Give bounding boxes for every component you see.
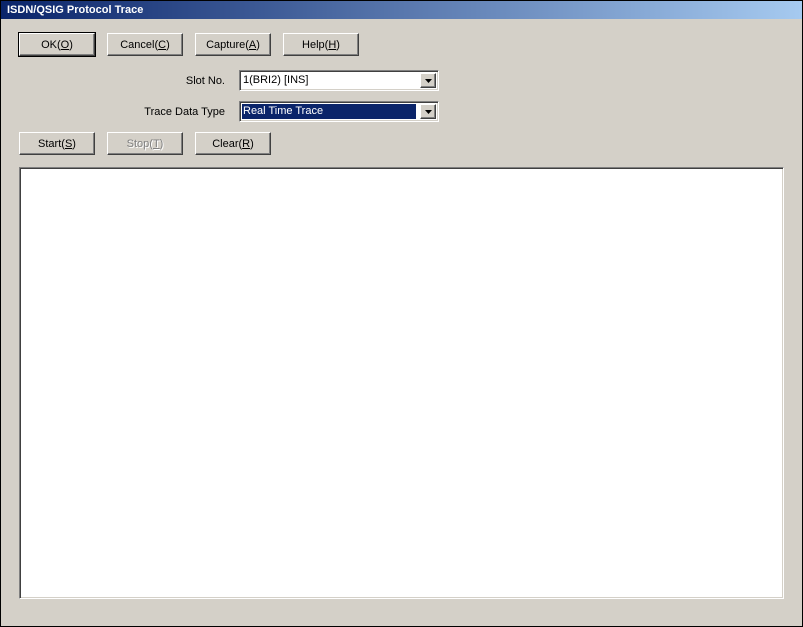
slot-row: Slot No. 1(BRI2) [INS]: [119, 70, 784, 91]
client-area: OK(O) Cancel(C) Capture(A) Help(H) Slot …: [1, 19, 802, 626]
chevron-down-icon: [425, 110, 432, 114]
capture-button-label-post: ): [256, 39, 260, 51]
clear-button-accel: R: [242, 138, 250, 150]
stop-button-accel: T: [153, 138, 160, 150]
clear-button[interactable]: Clear(R): [195, 132, 271, 155]
slot-select-arrow[interactable]: [420, 73, 436, 88]
main-toolbar: OK(O) Cancel(C) Capture(A) Help(H): [19, 33, 784, 56]
ok-button[interactable]: OK(O): [19, 33, 95, 56]
start-button-label-post: ): [72, 138, 76, 150]
start-button-label-pre: Start(: [38, 138, 65, 150]
stop-button-label-pre: Stop(: [127, 138, 153, 150]
slot-select-value: 1(BRI2) [INS]: [240, 71, 418, 90]
form-area: Slot No. 1(BRI2) [INS] Trace Data Type R…: [119, 70, 784, 122]
trace-type-label: Trace Data Type: [119, 106, 239, 118]
start-button-accel: S: [65, 138, 72, 150]
ok-button-accel: O: [61, 39, 70, 51]
capture-button-accel: A: [249, 39, 256, 51]
window-frame: ISDN/QSIG Protocol Trace OK(O) Cancel(C)…: [0, 0, 803, 627]
capture-button[interactable]: Capture(A): [195, 33, 271, 56]
slot-select[interactable]: 1(BRI2) [INS]: [239, 70, 439, 91]
cancel-button-accel: C: [158, 39, 166, 51]
cancel-button-label-pre: Cancel(: [120, 39, 158, 51]
trace-type-select[interactable]: Real Time Trace: [239, 101, 439, 122]
stop-button-label-post: ): [160, 138, 164, 150]
trace-type-select-arrow[interactable]: [420, 104, 436, 119]
cancel-button[interactable]: Cancel(C): [107, 33, 183, 56]
trace-type-row: Trace Data Type Real Time Trace: [119, 101, 784, 122]
clear-button-label-post: ): [250, 138, 254, 150]
cancel-button-label-post: ): [166, 39, 170, 51]
help-button-accel: H: [328, 39, 336, 51]
chevron-down-icon: [425, 79, 432, 83]
help-button-label-post: ): [336, 39, 340, 51]
help-button[interactable]: Help(H): [283, 33, 359, 56]
capture-button-label-pre: Capture(: [206, 39, 249, 51]
trace-type-select-value: Real Time Trace: [242, 104, 416, 119]
trace-output[interactable]: [19, 167, 784, 599]
window-title: ISDN/QSIG Protocol Trace: [7, 4, 143, 16]
slot-label: Slot No.: [119, 75, 239, 87]
ok-button-label-post: ): [69, 39, 73, 51]
titlebar: ISDN/QSIG Protocol Trace: [1, 1, 802, 19]
ok-button-label-pre: OK(: [41, 39, 61, 51]
stop-button: Stop(T): [107, 132, 183, 155]
trace-toolbar: Start(S) Stop(T) Clear(R): [19, 132, 784, 155]
help-button-label-pre: Help(: [302, 39, 328, 51]
start-button[interactable]: Start(S): [19, 132, 95, 155]
clear-button-label-pre: Clear(: [212, 138, 242, 150]
